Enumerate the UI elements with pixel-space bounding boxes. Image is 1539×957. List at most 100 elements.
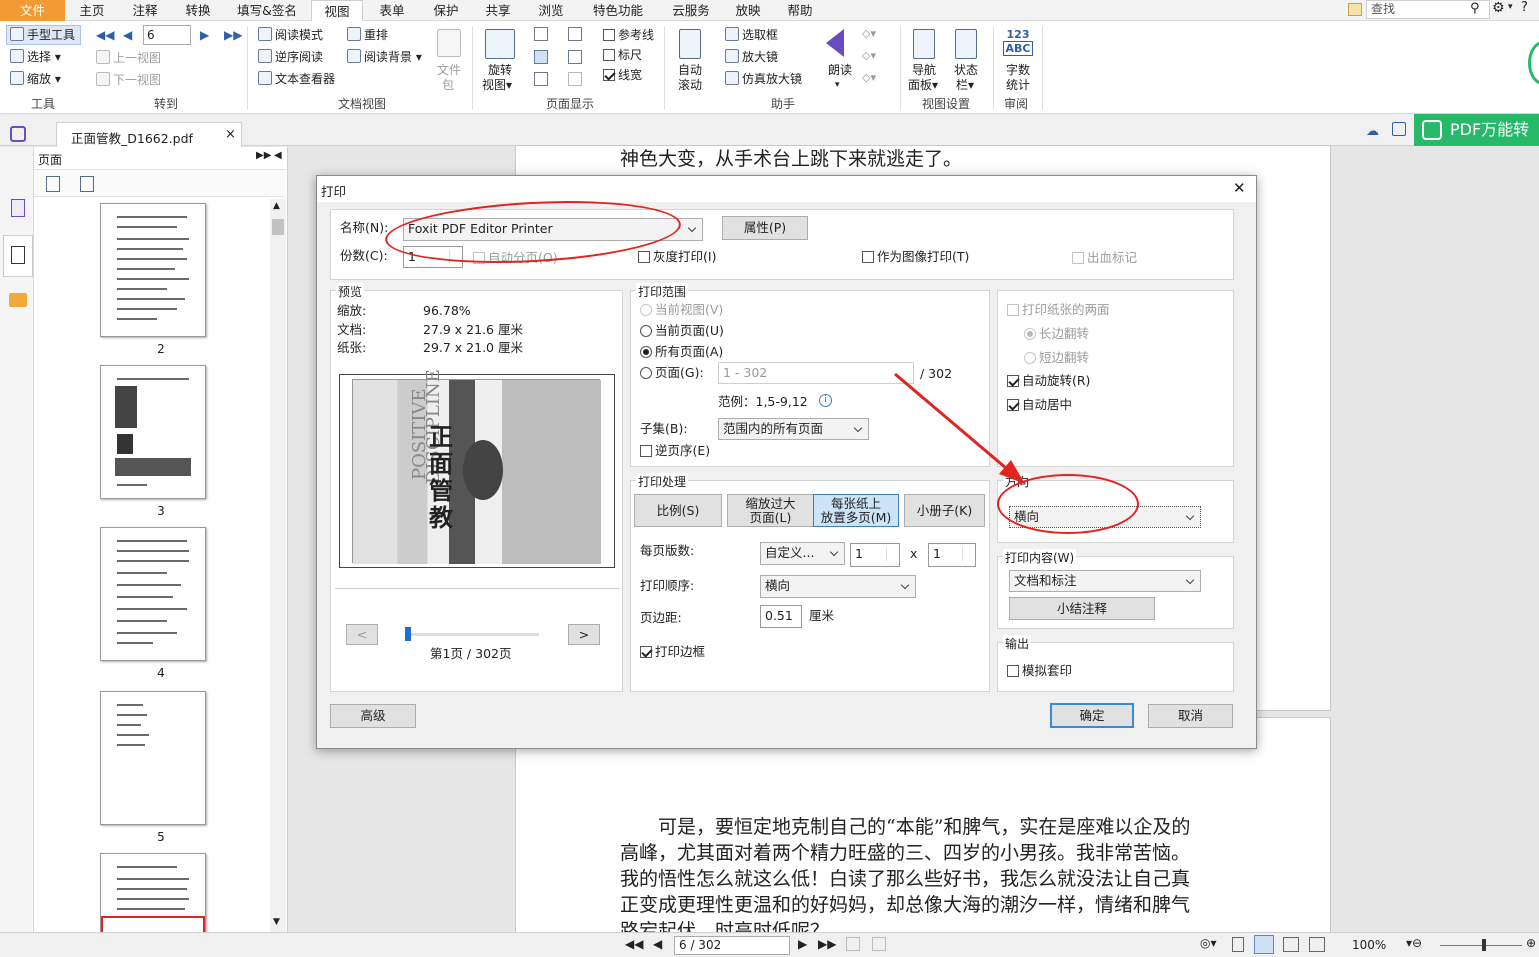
download-icon[interactable] [1392, 122, 1406, 136]
prev-view-icon[interactable] [846, 937, 860, 951]
rows-input[interactable]: 1 [928, 543, 976, 567]
scroll-down-icon[interactable]: ▼ [273, 917, 280, 927]
file-package-label-2[interactable]: 包 [442, 77, 454, 93]
preview-prev-button[interactable]: < [346, 624, 378, 645]
continuous-page-icon[interactable] [534, 50, 548, 64]
page-navigation-input[interactable]: 6 / 302 [674, 936, 790, 955]
reflow-button[interactable]: 重排 [347, 27, 388, 43]
gear-icon[interactable]: ⚙ [1492, 0, 1505, 16]
rotate-view-label-2[interactable]: 视图▾ [482, 77, 512, 93]
magnifier-button[interactable]: 放大镜 [725, 49, 778, 65]
menu-help[interactable]: 帮助 [774, 0, 826, 21]
properties-button[interactable]: 属性(P) [722, 216, 808, 240]
first-page-icon[interactable]: ◀◀ [625, 937, 643, 951]
prev-page-icon[interactable]: ◀ [123, 27, 132, 43]
cloud-icon[interactable]: ☁ [1366, 124, 1379, 139]
facing-view-icon[interactable] [1283, 937, 1299, 952]
grayscale-check[interactable] [638, 251, 650, 263]
linewidth-check[interactable] [603, 69, 615, 81]
preview-next-button[interactable]: > [568, 624, 600, 645]
info-icon[interactable]: i [819, 394, 832, 407]
scrollbar-thumb[interactable] [272, 219, 284, 235]
zoom-out-icon[interactable]: ▾⊖ [1406, 936, 1422, 950]
continuous-view-icon[interactable] [1254, 935, 1274, 954]
reverse-order-checkbox[interactable]: 逆页序(E) [640, 443, 710, 459]
help-icon[interactable]: ? [1521, 0, 1528, 15]
last-page-icon[interactable]: ▶▶ [818, 937, 836, 951]
hand-tool-button[interactable]: 手型工具 [10, 27, 75, 43]
first-page-icon[interactable]: ◀◀ [96, 27, 114, 43]
read-aloud-dropdown[interactable]: ▾ [835, 77, 840, 93]
short-edge-radio[interactable]: 短边翻转 [1024, 350, 1089, 366]
ruler-check[interactable] [603, 49, 615, 61]
pages-per-sheet-select[interactable]: 自定义... [760, 542, 845, 565]
collapse-panel-icon[interactable]: ◀ [274, 150, 282, 161]
split-icon[interactable] [534, 72, 548, 86]
simulate-overprint-checkbox[interactable]: 模拟套印 [1007, 663, 1072, 679]
thumbnail-page-3[interactable] [100, 365, 206, 499]
menu-comment[interactable]: 注释 [119, 0, 171, 21]
print-border-check[interactable] [640, 646, 652, 658]
guides-check[interactable] [603, 29, 615, 41]
range-current-view-radio[interactable]: 当前视图(V) [640, 302, 723, 318]
thumbnail-page-5[interactable] [100, 691, 206, 825]
zoom-in-icon[interactable]: ⊕ [1526, 936, 1536, 950]
short-edge-circle[interactable] [1024, 352, 1036, 364]
word-count-label-2[interactable]: 统计 [1006, 77, 1030, 93]
duplex-check[interactable] [1007, 304, 1019, 316]
zoom-button[interactable]: 缩放 ▾ [10, 71, 61, 87]
facing-page-icon[interactable] [568, 27, 582, 41]
shrink-button[interactable]: 缩放过大 页面(L) [727, 494, 814, 527]
long-edge-radio[interactable]: 长边翻转 [1024, 326, 1089, 342]
thumbnail-page-4[interactable] [100, 527, 206, 661]
range-current-page-radio[interactable]: 当前页面(U) [640, 323, 724, 339]
enlarge-thumbnail-icon[interactable] [46, 176, 60, 192]
bleed-marks-check[interactable] [1072, 252, 1084, 264]
guides-checkbox[interactable]: 参考线 [603, 27, 654, 43]
subset-select[interactable]: 范围内的所有页面 [718, 418, 869, 440]
thumbnail-scrollbar[interactable]: ▲ ▼ [270, 199, 286, 932]
folder-icon[interactable] [1348, 3, 1362, 16]
page-thumbnail-tab[interactable] [3, 235, 33, 277]
cover-page-icon[interactable] [568, 72, 582, 86]
summarize-comments-button[interactable]: 小结注释 [1009, 597, 1155, 620]
linewidth-checkbox[interactable]: 线宽 [603, 67, 642, 83]
read-aloud-label[interactable]: 朗读 [828, 62, 852, 78]
document-tab[interactable]: 正面管教_D1662.pdf × [56, 122, 242, 147]
multiple-pages-button[interactable]: 每张纸上 放置多页(M) [813, 494, 899, 527]
bleed-marks-checkbox[interactable]: 出血标记 [1072, 250, 1137, 266]
dialog-close-icon[interactable]: ✕ [1233, 179, 1246, 197]
booklet-button[interactable]: 小册子(K) [904, 494, 985, 527]
last-page-icon[interactable]: ▶▶ [224, 27, 242, 43]
loupe-button[interactable]: 仿真放大镜 [725, 71, 802, 87]
duplex-checkbox[interactable]: 打印纸张的两面 [1007, 302, 1110, 318]
range-pages-radio[interactable]: 页面(G): [640, 365, 704, 381]
reading-background-button[interactable]: 阅读背景 ▾ [347, 49, 422, 65]
preview-page-slider[interactable] [405, 633, 539, 636]
promo-banner[interactable]: PDF万能转 [1414, 114, 1539, 146]
status-bar-label-1[interactable]: 状态 [954, 62, 978, 78]
expand-panel-icon[interactable]: ▶▶ [256, 150, 271, 161]
thumbnail-page-6[interactable] [100, 853, 206, 933]
columns-input[interactable]: 1 [850, 543, 900, 567]
select-button[interactable]: 选择 ▾ [10, 49, 61, 65]
menu-features[interactable]: 特色功能 [586, 0, 650, 21]
reverse-order-check[interactable] [640, 445, 652, 457]
speed-icon[interactable]: ◇▾ [862, 71, 876, 84]
next-view-icon[interactable] [872, 937, 886, 951]
nav-panel-label-1[interactable]: 导航 [912, 62, 936, 78]
next-view-button[interactable]: 下一视图 [96, 72, 161, 88]
reading-mode-button[interactable]: 阅读模式 [258, 27, 323, 43]
marquee-button[interactable]: 选取框 [725, 27, 778, 43]
chevron-down-icon[interactable]: ▾ [1508, 2, 1513, 12]
simulate-overprint-check[interactable] [1007, 665, 1019, 677]
nav-panel-label-2[interactable]: 面板▾ [908, 77, 938, 93]
range-all-pages-radio[interactable]: 所有页面(A) [640, 344, 723, 360]
file-package-label-1[interactable]: 文件 [437, 62, 461, 78]
print-order-select[interactable]: 横向 [760, 575, 916, 598]
prev-view-button[interactable]: 上一视图 [96, 50, 161, 66]
auto-scroll-label-2[interactable]: 滚动 [678, 77, 702, 93]
prev-page-icon[interactable]: ◀ [653, 937, 662, 951]
status-bar-label-2[interactable]: 栏▾ [956, 77, 974, 93]
menu-home[interactable]: 主页 [66, 0, 118, 21]
